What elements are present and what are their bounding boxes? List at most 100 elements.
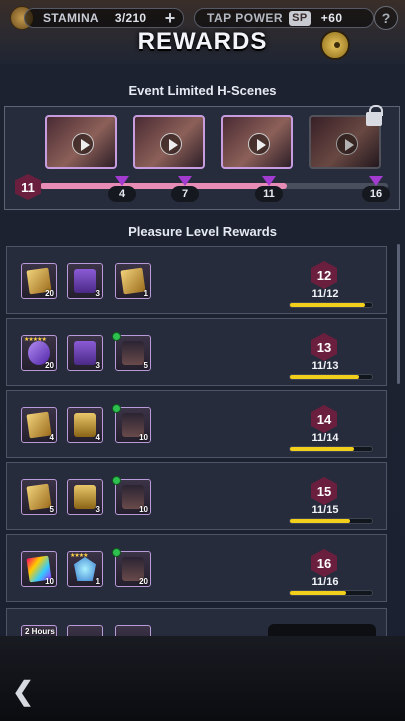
reward-row-level-14: 4 4 10 14 11/14 (6, 390, 387, 458)
level-badge: 15 (311, 477, 337, 505)
reward-item[interactable]: 4 (67, 407, 103, 443)
scene-thumbnail-3[interactable] (221, 115, 293, 169)
chest-purple-icon (74, 269, 96, 293)
play-icon (72, 133, 94, 155)
portrait-icon (122, 341, 144, 365)
level-badge: 14 (311, 405, 337, 433)
chest-gold-icon (74, 413, 96, 437)
rarity-stars: ★★★★ (70, 553, 88, 559)
level-progress-fill (290, 375, 360, 379)
reward-item[interactable]: 2 Hours (21, 625, 57, 636)
stamina-value: 3/210 (114, 11, 147, 25)
level-progress-text: 11/15 (311, 504, 339, 516)
bottom-nav-bar (0, 636, 405, 721)
reward-item[interactable]: 10 (112, 404, 151, 443)
reward-row-level-16: 10 ★★★★ 1 20 16 11/16 (6, 534, 387, 602)
level-progress-bar (289, 590, 373, 596)
stamina-display: STAMINA 3/210 (24, 8, 184, 28)
reward-row-level-15: 5 3 10 15 11/15 (6, 462, 387, 530)
item-quantity: 1 (143, 289, 148, 298)
chest-gold-icon (74, 485, 96, 509)
scene-thumbnail-2[interactable] (133, 115, 205, 169)
level-progress-fill (290, 519, 351, 523)
rarity-stars: ★★★★★ (24, 337, 47, 343)
event-progress-track (40, 183, 388, 189)
green-gem-icon (112, 332, 121, 341)
reward-item[interactable]: 10 (112, 476, 151, 515)
level-progress-bar (289, 374, 373, 380)
level-progress-bar (289, 446, 373, 452)
timer-label: 2 Hours (25, 627, 55, 636)
play-icon (160, 133, 182, 155)
milestone-label: 11 (255, 186, 283, 202)
reward-item[interactable] (67, 625, 103, 636)
sp-badge: SP (289, 10, 311, 26)
badge-crystal-icon (74, 557, 96, 581)
reward-row-level-13: ★★★★★ 20 3 5 13 11/13 (6, 318, 387, 386)
back-arrow-icon[interactable]: ❮ (10, 678, 36, 704)
item-quantity: 20 (139, 577, 148, 586)
level-badge: 13 (311, 333, 337, 361)
level-badge: 16 (311, 549, 337, 577)
rewards-screen: STAMINA 3/210 + TAP POWER SP +60 ? REWAR… (0, 0, 405, 721)
milestone-label: 16 (362, 186, 390, 202)
reward-item[interactable]: 20 (21, 263, 57, 299)
reward-item[interactable]: 3 (67, 335, 103, 371)
level-progress-fill (290, 303, 366, 307)
reward-item[interactable]: 4 (21, 407, 57, 443)
level-progress-text: 11/12 (311, 288, 339, 300)
item-quantity: 20 (45, 361, 54, 370)
event-scenes-panel (4, 106, 400, 210)
reward-item[interactable]: ★★★★ 1 (67, 551, 103, 587)
item-quantity: 10 (45, 577, 54, 586)
level-progress-text: 11/16 (311, 576, 339, 588)
milestone-label: 7 (171, 186, 199, 202)
reward-item[interactable] (115, 625, 151, 636)
reward-item[interactable]: ★★★★★ 20 (21, 335, 57, 371)
top-status-bar: STAMINA 3/210 + TAP POWER SP +60 ? REWAR… (0, 0, 405, 64)
milestone-label: 4 (108, 186, 136, 202)
gold-card-icon (26, 483, 52, 511)
level-progress-bar (289, 302, 373, 308)
level-progress-text: 11/14 (311, 432, 339, 444)
item-quantity: 10 (139, 433, 148, 442)
reward-item[interactable]: 1 (115, 263, 151, 299)
level-progress-text: 11/13 (311, 360, 339, 372)
tap-power-display: TAP POWER SP +60 (194, 8, 374, 28)
reward-item[interactable]: 20 (112, 548, 151, 587)
item-quantity: 4 (49, 433, 54, 442)
item-quantity: 3 (95, 361, 100, 370)
reward-item[interactable]: 3 (67, 479, 103, 515)
help-button[interactable]: ? (374, 6, 398, 30)
tap-power-label: TAP POWER (207, 11, 284, 25)
chest-purple-icon (74, 341, 96, 365)
green-gem-icon (112, 404, 121, 413)
reward-row-level-12: 20 3 1 12 11/12 (6, 246, 387, 314)
reward-list[interactable]: 20 3 1 12 11/12 ★★★★★ 20 3 5 13 11/13 4 4 10 14 11/14 5 3… (0, 244, 405, 636)
rewards-section-title: Pleasure Level Rewards (128, 224, 277, 239)
play-icon (336, 133, 358, 155)
play-icon (248, 133, 270, 155)
reward-item[interactable]: 5 (21, 479, 57, 515)
level-progress-fill (290, 447, 355, 451)
gold-card-icon (120, 267, 146, 295)
level-progress-fill (290, 591, 347, 595)
gold-coin-button[interactable] (320, 30, 350, 60)
reward-item[interactable]: 10 (21, 551, 57, 587)
gold-card-icon (26, 411, 52, 439)
reward-item[interactable]: 5 (112, 332, 151, 371)
event-section-title: Event Limited H-Scenes (128, 83, 277, 98)
green-gem-icon (112, 548, 121, 557)
scrollbar[interactable] (397, 244, 400, 384)
lock-icon (366, 105, 383, 126)
item-quantity: 5 (49, 505, 54, 514)
scene-thumbnail-1[interactable] (45, 115, 117, 169)
item-quantity: 10 (139, 505, 148, 514)
level-badge: 12 (311, 261, 337, 289)
item-quantity: 3 (95, 505, 100, 514)
event-progress-fill (40, 183, 288, 189)
item-quantity: 3 (95, 289, 100, 298)
reward-item[interactable]: 3 (67, 263, 103, 299)
add-stamina-button[interactable]: + (161, 9, 179, 27)
item-quantity: 5 (143, 361, 148, 370)
